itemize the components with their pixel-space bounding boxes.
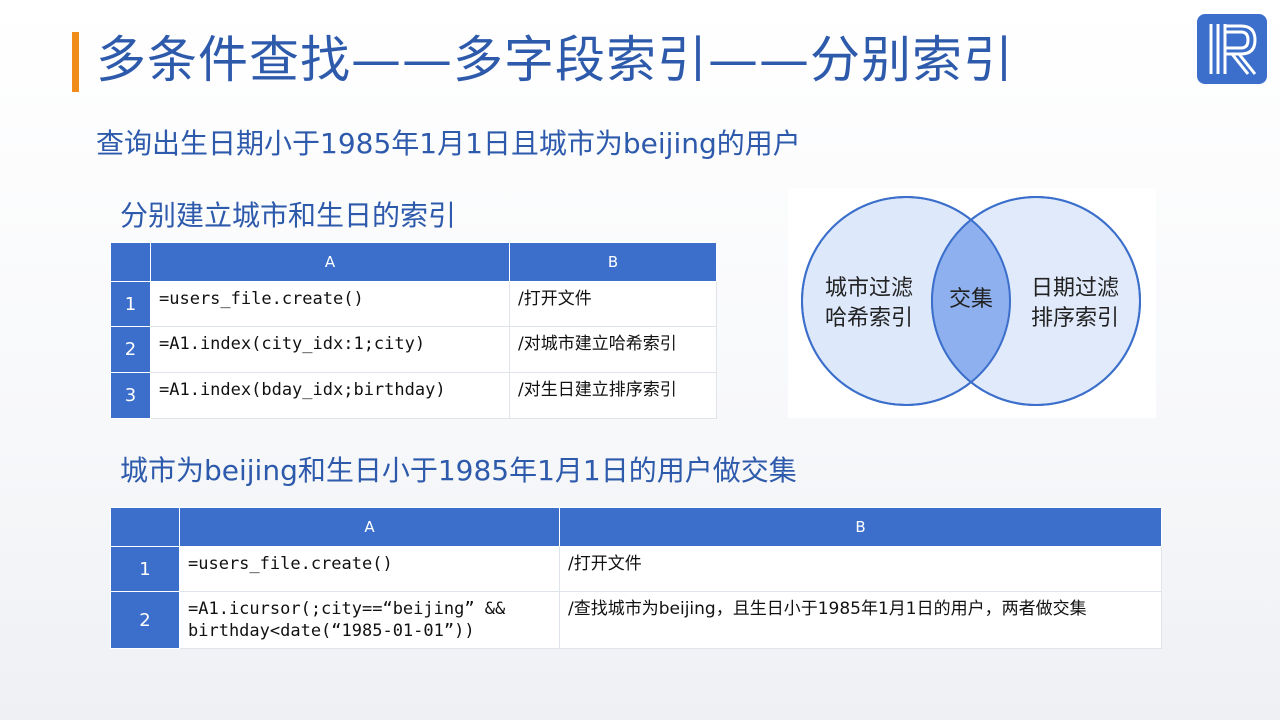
column-header-b[interactable]: B <box>509 242 717 282</box>
index-code-grid: A B 1 =users_file.create() /打开文件 2 =A1.i… <box>110 242 717 419</box>
section-heading-index: 分别建立城市和生日的索引 <box>120 199 457 232</box>
row-number[interactable]: 1 <box>110 546 180 592</box>
query-description: 查询出生日期小于1985年1月1日且城市为beijing的用户 <box>96 127 801 160</box>
cell-b1[interactable]: /打开文件 <box>509 281 717 327</box>
table-row: 2 =A1.index(city_idx:1;city) /对城市建立哈希索引 <box>110 326 717 373</box>
row-number[interactable]: 2 <box>110 326 151 373</box>
cell-a1-line1: =users_file.create() <box>188 554 393 574</box>
cell-a1[interactable]: =users_file.create() <box>179 546 560 592</box>
grid-header-row: A B <box>110 507 1162 547</box>
venn-left-line1: 城市过滤 <box>824 276 913 301</box>
grid-header-row: A B <box>110 242 717 282</box>
venn-left-label: 城市过滤 哈希索引 <box>814 274 924 334</box>
table-row: 3 =A1.index(bday_idx;birthday) /对生日建立排序索… <box>110 372 717 419</box>
table-row: 2 =A1.icursor(;city==“beijing” && birthd… <box>110 591 1162 649</box>
venn-center-label: 交集 <box>948 287 993 312</box>
cell-a2[interactable]: =A1.icursor(;city==“beijing” && birthday… <box>179 591 560 649</box>
cell-a2-line2: birthday<date(“1985-01-01”)) <box>188 621 475 641</box>
corner-cell <box>110 507 180 547</box>
cell-b1[interactable]: /打开文件 <box>559 546 1162 592</box>
row-number[interactable]: 2 <box>110 591 180 649</box>
slide-title: 多条件查找——多字段索引——分别索引 <box>96 31 1014 89</box>
cell-a2-line1: =A1.icursor(;city==“beijing” && <box>188 599 506 619</box>
brand-logo-icon <box>1197 14 1267 84</box>
venn-left-line2: 哈希索引 <box>824 306 913 331</box>
cell-a1[interactable]: =users_file.create() <box>150 281 510 327</box>
venn-right-label: 日期过滤 排序索引 <box>1020 274 1130 334</box>
column-header-b[interactable]: B <box>559 507 1162 547</box>
section-heading-intersection: 城市为beijing和生日小于1985年1月1日的用户做交集 <box>120 454 797 487</box>
venn-diagram: 城市过滤 哈希索引 交集 日期过滤 排序索引 <box>788 188 1156 418</box>
intersection-code-grid: A B 1 =users_file.create() /打开文件 2 =A1.i… <box>110 507 1162 649</box>
corner-cell <box>110 242 151 282</box>
cell-b2[interactable]: /对城市建立哈希索引 <box>509 326 717 373</box>
cell-b3[interactable]: /对生日建立排序索引 <box>509 372 717 419</box>
title-accent-bar <box>72 32 79 92</box>
cell-a3[interactable]: =A1.index(bday_idx;birthday) <box>150 372 510 419</box>
column-header-a[interactable]: A <box>179 507 560 547</box>
cell-a2[interactable]: =A1.index(city_idx:1;city) <box>150 326 510 373</box>
row-number[interactable]: 1 <box>110 281 151 327</box>
table-row: 1 =users_file.create() /打开文件 <box>110 546 1162 592</box>
venn-right-line1: 日期过滤 <box>1030 276 1119 301</box>
cell-b2[interactable]: /查找城市为beijing，且生日小于1985年1月1日的用户，两者做交集 <box>559 591 1162 649</box>
venn-right-line2: 排序索引 <box>1030 306 1119 331</box>
table-row: 1 =users_file.create() /打开文件 <box>110 281 717 327</box>
column-header-a[interactable]: A <box>150 242 510 282</box>
row-number[interactable]: 3 <box>110 372 151 419</box>
